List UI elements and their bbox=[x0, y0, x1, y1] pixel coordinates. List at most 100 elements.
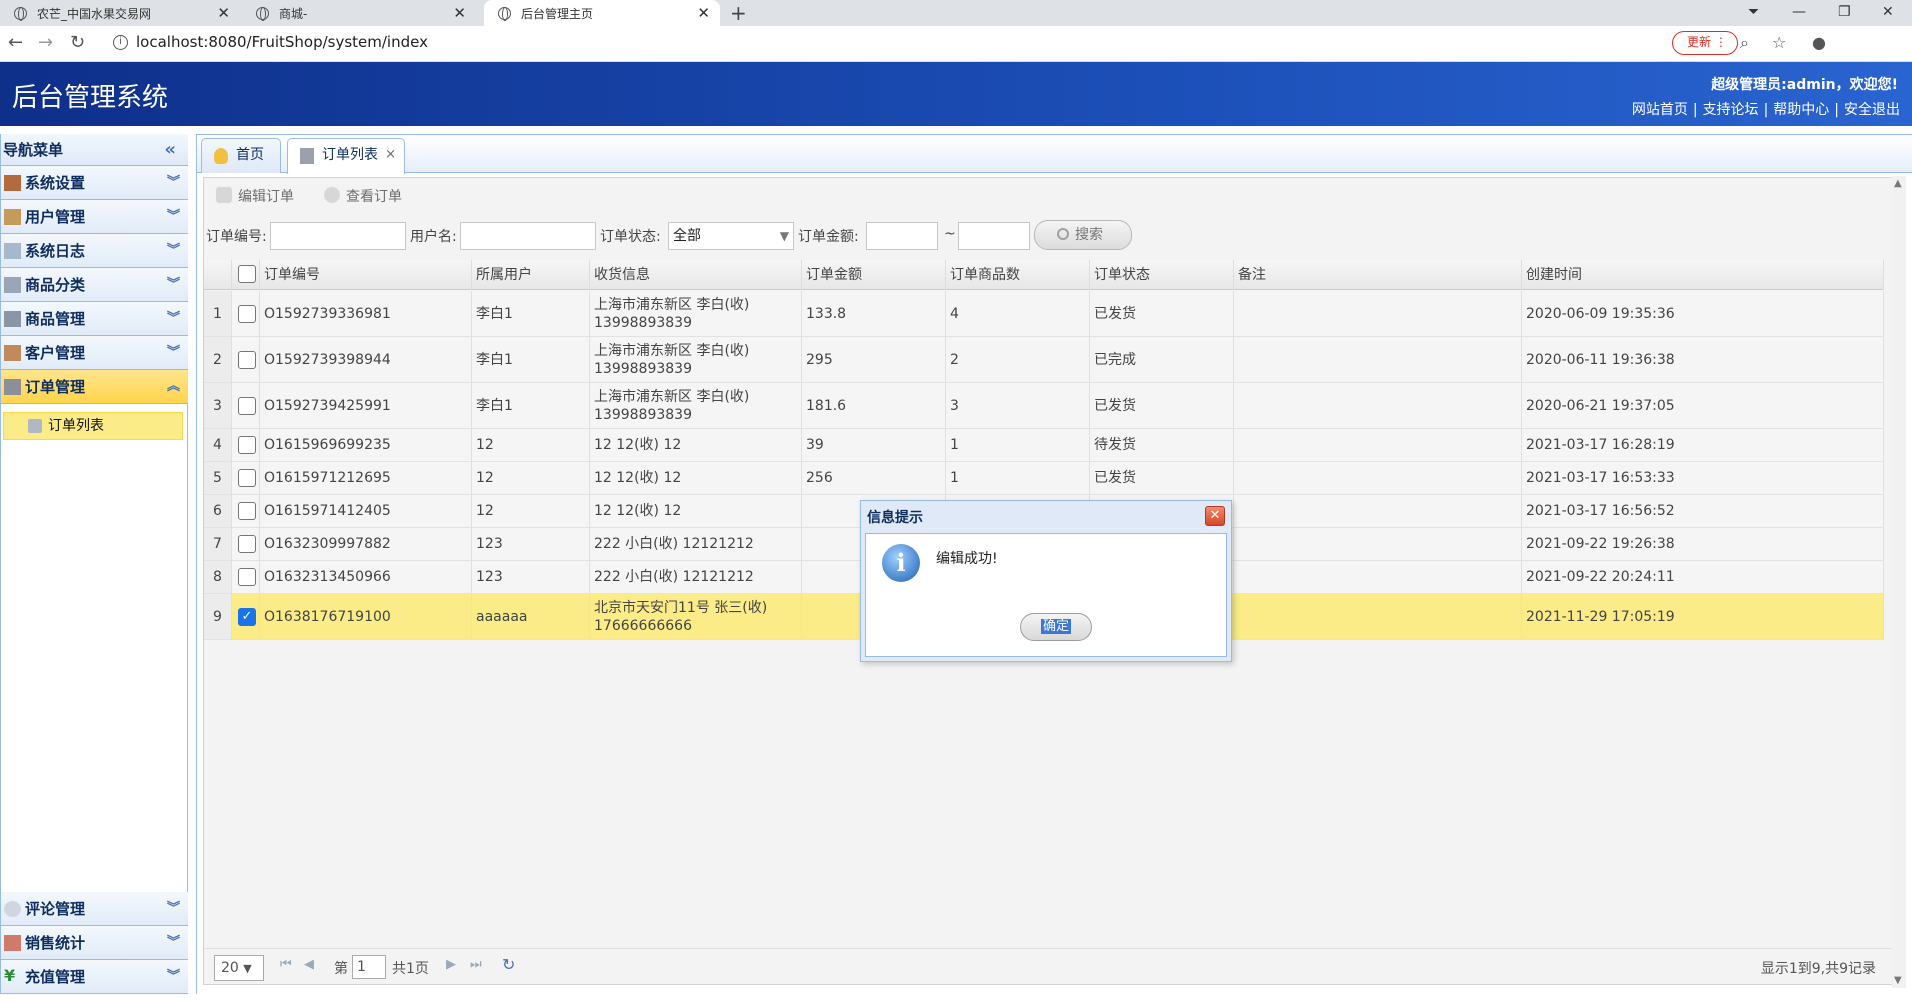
row-select-cell[interactable] bbox=[232, 337, 260, 382]
column-header[interactable]: 订单金额 bbox=[802, 260, 946, 290]
sidebar-subitem-order-list[interactable]: 订单列表 bbox=[3, 412, 183, 440]
row-checkbox[interactable] bbox=[238, 535, 256, 553]
order-no-input[interactable] bbox=[270, 222, 406, 250]
window-close-icon[interactable]: ✕ bbox=[1882, 0, 1894, 26]
row-checkbox[interactable]: ✓ bbox=[238, 607, 256, 626]
row-checkbox[interactable] bbox=[238, 568, 256, 586]
sidebar-item-recharge[interactable]: ¥ 充值管理 ︾ bbox=[1, 960, 188, 994]
browser-tab-title: 农芒_中国水果交易网 bbox=[37, 6, 152, 21]
column-header[interactable]: 订单商品数 bbox=[946, 260, 1090, 290]
tab-order-list[interactable]: 订单列表 × bbox=[287, 138, 405, 174]
scroll-up-icon[interactable]: ▲ bbox=[1894, 178, 1902, 189]
page-size-select[interactable]: 20 ▼ bbox=[214, 955, 264, 981]
prev-page-icon[interactable]: ◀ bbox=[304, 957, 314, 972]
minimize-icon[interactable]: — bbox=[1792, 0, 1806, 26]
sidebar-item-category[interactable]: 商品分类 ︾ bbox=[1, 268, 188, 302]
browser-tab-active[interactable]: 后台管理主页 ✕ bbox=[484, 0, 720, 26]
cell-status: 待发货 bbox=[1090, 429, 1234, 461]
reload-icon[interactable]: ↻ bbox=[70, 32, 85, 53]
column-header[interactable]: 备注 bbox=[1234, 260, 1522, 290]
sidebar-item-user-management[interactable]: 用户管理 ︾ bbox=[1, 200, 188, 234]
table-row[interactable]: 2 O1592739398944 李白1 上海市浦东新区 李白(收) 139988938… bbox=[204, 337, 1884, 383]
table-row[interactable]: 3 O1592739425991 李白1 上海市浦东新区 李白(收) 139988938… bbox=[204, 383, 1884, 429]
close-icon[interactable]: ✕ bbox=[697, 4, 710, 22]
restore-icon[interactable]: ❐ bbox=[1838, 0, 1851, 26]
forward-icon[interactable]: → bbox=[38, 32, 53, 53]
tab-home[interactable]: 首页 bbox=[201, 138, 281, 173]
dialog-close-button[interactable]: ✕ bbox=[1205, 506, 1225, 526]
username-input[interactable] bbox=[460, 222, 596, 250]
table-row[interactable]: 4 O1615969699235 12 12 12(收) 12 39 1 待发货 2021-0… bbox=[204, 429, 1884, 462]
edit-order-button[interactable]: 编辑订单 bbox=[216, 186, 294, 206]
close-icon[interactable]: ✕ bbox=[453, 4, 466, 22]
row-checkbox[interactable] bbox=[238, 350, 256, 369]
sidebar-item-label: 充值管理 bbox=[25, 968, 86, 986]
row-select-cell[interactable] bbox=[232, 429, 260, 461]
search-button[interactable]: 搜索 bbox=[1034, 220, 1132, 250]
back-icon[interactable]: ← bbox=[8, 32, 23, 53]
select-all-checkbox[interactable] bbox=[238, 265, 256, 283]
row-select-cell[interactable] bbox=[232, 291, 260, 336]
sidebar-item-product[interactable]: 商品管理 ︾ bbox=[1, 302, 188, 336]
sidebar-item-order[interactable]: 订单管理 ︽ bbox=[1, 370, 188, 404]
dialog-ok-button[interactable]: 确定 bbox=[1020, 613, 1092, 641]
browser-tab-title: 后台管理主页 bbox=[521, 6, 594, 21]
link-home[interactable]: 网站首页 bbox=[1632, 102, 1688, 118]
column-header[interactable]: 订单状态 bbox=[1090, 260, 1234, 290]
new-tab-button[interactable]: + bbox=[730, 0, 747, 26]
next-page-icon[interactable]: ▶ bbox=[446, 957, 456, 972]
row-checkbox[interactable] bbox=[238, 436, 256, 454]
column-header[interactable]: 所属用户 bbox=[472, 260, 590, 290]
sidebar-item-system-log[interactable]: 系统日志 ︾ bbox=[1, 234, 188, 268]
cell-user: 12 bbox=[472, 495, 590, 527]
row-select-cell[interactable] bbox=[232, 462, 260, 494]
row-checkbox[interactable] bbox=[238, 396, 256, 415]
amount-max-input[interactable] bbox=[958, 222, 1030, 250]
sidebar-item-sales[interactable]: 销售统计 ︾ bbox=[1, 926, 188, 960]
address-line: 12 12(收) 12 bbox=[594, 470, 682, 486]
table-row[interactable]: 1 O1592739336981 李白1 上海市浦东新区 李白(收) 139988938… bbox=[204, 291, 1884, 337]
url-field[interactable]: localhost:8080/FruitShop/system/index bbox=[136, 33, 428, 51]
tab-search-icon[interactable]: ⏷ bbox=[1748, 0, 1759, 26]
cell-created: 2020-06-21 19:37:05 bbox=[1522, 383, 1884, 428]
column-header[interactable]: 订单编号 bbox=[260, 260, 472, 290]
column-header[interactable]: 创建时间 bbox=[1522, 260, 1884, 290]
browser-tab[interactable]: 农芒_中国水果交易网 ✕ bbox=[0, 0, 240, 26]
row-checkbox[interactable] bbox=[238, 469, 256, 487]
last-page-icon[interactable]: ⏭ bbox=[470, 957, 482, 972]
link-help[interactable]: 帮助中心 bbox=[1773, 102, 1829, 118]
cell-order-no: O1615969699235 bbox=[260, 429, 472, 461]
close-icon[interactable]: ✕ bbox=[217, 4, 230, 22]
column-header[interactable]: 收货信息 bbox=[590, 260, 802, 290]
update-button[interactable]: 更新 ⋮ bbox=[1672, 31, 1738, 55]
link-logout[interactable]: 安全退出 bbox=[1844, 102, 1900, 118]
row-select-cell[interactable] bbox=[232, 383, 260, 428]
view-order-button[interactable]: 查看订单 bbox=[324, 186, 402, 206]
amount-min-input[interactable] bbox=[866, 222, 938, 250]
refresh-icon[interactable]: ↻ bbox=[502, 955, 515, 974]
table-row[interactable]: 5 O1615971212695 12 12 12(收) 12 256 1 已发货 2021-… bbox=[204, 462, 1884, 495]
sidebar-item-customer[interactable]: 客户管理 ︾ bbox=[1, 336, 188, 370]
status-select[interactable]: 全部 ▼ bbox=[668, 222, 794, 250]
scroll-down-icon[interactable]: ▼ bbox=[1894, 975, 1902, 986]
close-icon[interactable]: × bbox=[385, 139, 396, 171]
page-input[interactable]: 1 bbox=[352, 955, 386, 979]
row-select-cell[interactable] bbox=[232, 495, 260, 527]
row-select-cell[interactable] bbox=[232, 528, 260, 560]
star-icon[interactable]: ☆ bbox=[1772, 33, 1786, 52]
sidebar-item-system-settings[interactable]: 系统设置 ︾ bbox=[1, 166, 188, 200]
sidebar-item-comments[interactable]: 评论管理 ︾ bbox=[1, 892, 188, 926]
vertical-scrollbar[interactable]: ▲ ▼ bbox=[1892, 176, 1906, 988]
row-select-cell[interactable] bbox=[232, 561, 260, 593]
row-checkbox[interactable] bbox=[238, 502, 256, 520]
select-all-cell[interactable] bbox=[232, 260, 260, 290]
link-forum[interactable]: 支持论坛 bbox=[1703, 102, 1759, 118]
profile-icon[interactable]: ● bbox=[1812, 33, 1826, 52]
browser-tab[interactable]: 商城- ✕ bbox=[242, 0, 476, 26]
row-checkbox[interactable] bbox=[238, 304, 256, 323]
first-page-icon[interactable]: ⏮ bbox=[280, 957, 292, 972]
collapse-icon[interactable]: « bbox=[164, 134, 176, 166]
zoom-icon[interactable]: ⌕ bbox=[1740, 33, 1749, 53]
site-info-icon[interactable]: i bbox=[113, 35, 128, 50]
row-select-cell[interactable]: ✓ bbox=[232, 594, 260, 639]
